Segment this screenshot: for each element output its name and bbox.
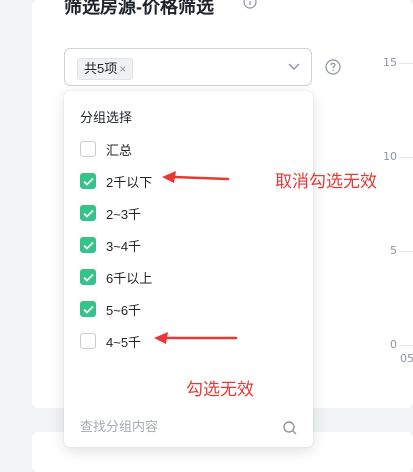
check-icon	[82, 241, 94, 250]
option-label: 汇总	[106, 142, 133, 158]
checkbox-unchecked[interactable]	[80, 333, 96, 349]
gridline	[399, 345, 413, 346]
tag-label: 共5项	[84, 61, 118, 76]
option-label: 6千以上	[106, 270, 153, 286]
selected-count-tag: 共5项 ×	[77, 58, 134, 80]
annotation-check-ineffective: 勾选无效	[186, 380, 254, 399]
annotation-arrow	[154, 332, 238, 344]
y-axis-tick: 5	[390, 244, 397, 257]
check-icon	[82, 273, 94, 282]
group-search-row	[80, 419, 298, 439]
check-icon	[82, 305, 94, 314]
info-circle-icon[interactable]	[243, 0, 257, 9]
option-summary[interactable]: 汇总	[80, 137, 300, 161]
gridline	[399, 157, 413, 158]
gridline	[399, 251, 413, 252]
checkbox-checked[interactable]	[80, 173, 96, 189]
option-label: 4~5千	[106, 334, 142, 350]
option-3k-4k[interactable]: 3~4千	[80, 233, 300, 257]
option-label: 2~3千	[106, 206, 142, 222]
option-over-6k[interactable]: 6千以上	[80, 265, 300, 289]
group-search-input[interactable]	[80, 419, 270, 434]
y-axis-tick: 15	[383, 56, 397, 69]
annotation-arrow	[162, 171, 230, 183]
search-icon[interactable]	[282, 420, 298, 436]
checkbox-checked[interactable]	[80, 237, 96, 253]
chevron-down-icon[interactable]	[287, 62, 301, 72]
option-5k-6k[interactable]: 5~6千	[80, 297, 300, 321]
annotation-uncheck-ineffective: 取消勾选无效	[275, 172, 377, 191]
group-filter-select[interactable]: 共5项 ×	[64, 48, 312, 86]
help-circle-icon[interactable]	[325, 59, 341, 75]
checkbox-checked[interactable]	[80, 205, 96, 221]
option-label: 5~6千	[106, 302, 142, 318]
tag-close-icon[interactable]: ×	[119, 59, 126, 79]
check-icon	[82, 209, 94, 218]
x-axis-tick: 05	[400, 352, 413, 365]
group-section-title: 分组选择	[80, 110, 133, 125]
checkbox-checked[interactable]	[80, 269, 96, 285]
checkbox-unchecked[interactable]	[80, 141, 96, 157]
page-title: 筛选房源-价格筛选	[64, 0, 214, 17]
option-2k-3k[interactable]: 2~3千	[80, 201, 300, 225]
y-axis-tick: 10	[383, 150, 397, 163]
option-label: 3~4千	[106, 238, 142, 254]
y-axis-tick: 0	[390, 338, 397, 351]
check-icon	[82, 177, 94, 186]
option-label: 2千以下	[106, 174, 153, 190]
gridline	[399, 63, 413, 64]
checkbox-checked[interactable]	[80, 301, 96, 317]
